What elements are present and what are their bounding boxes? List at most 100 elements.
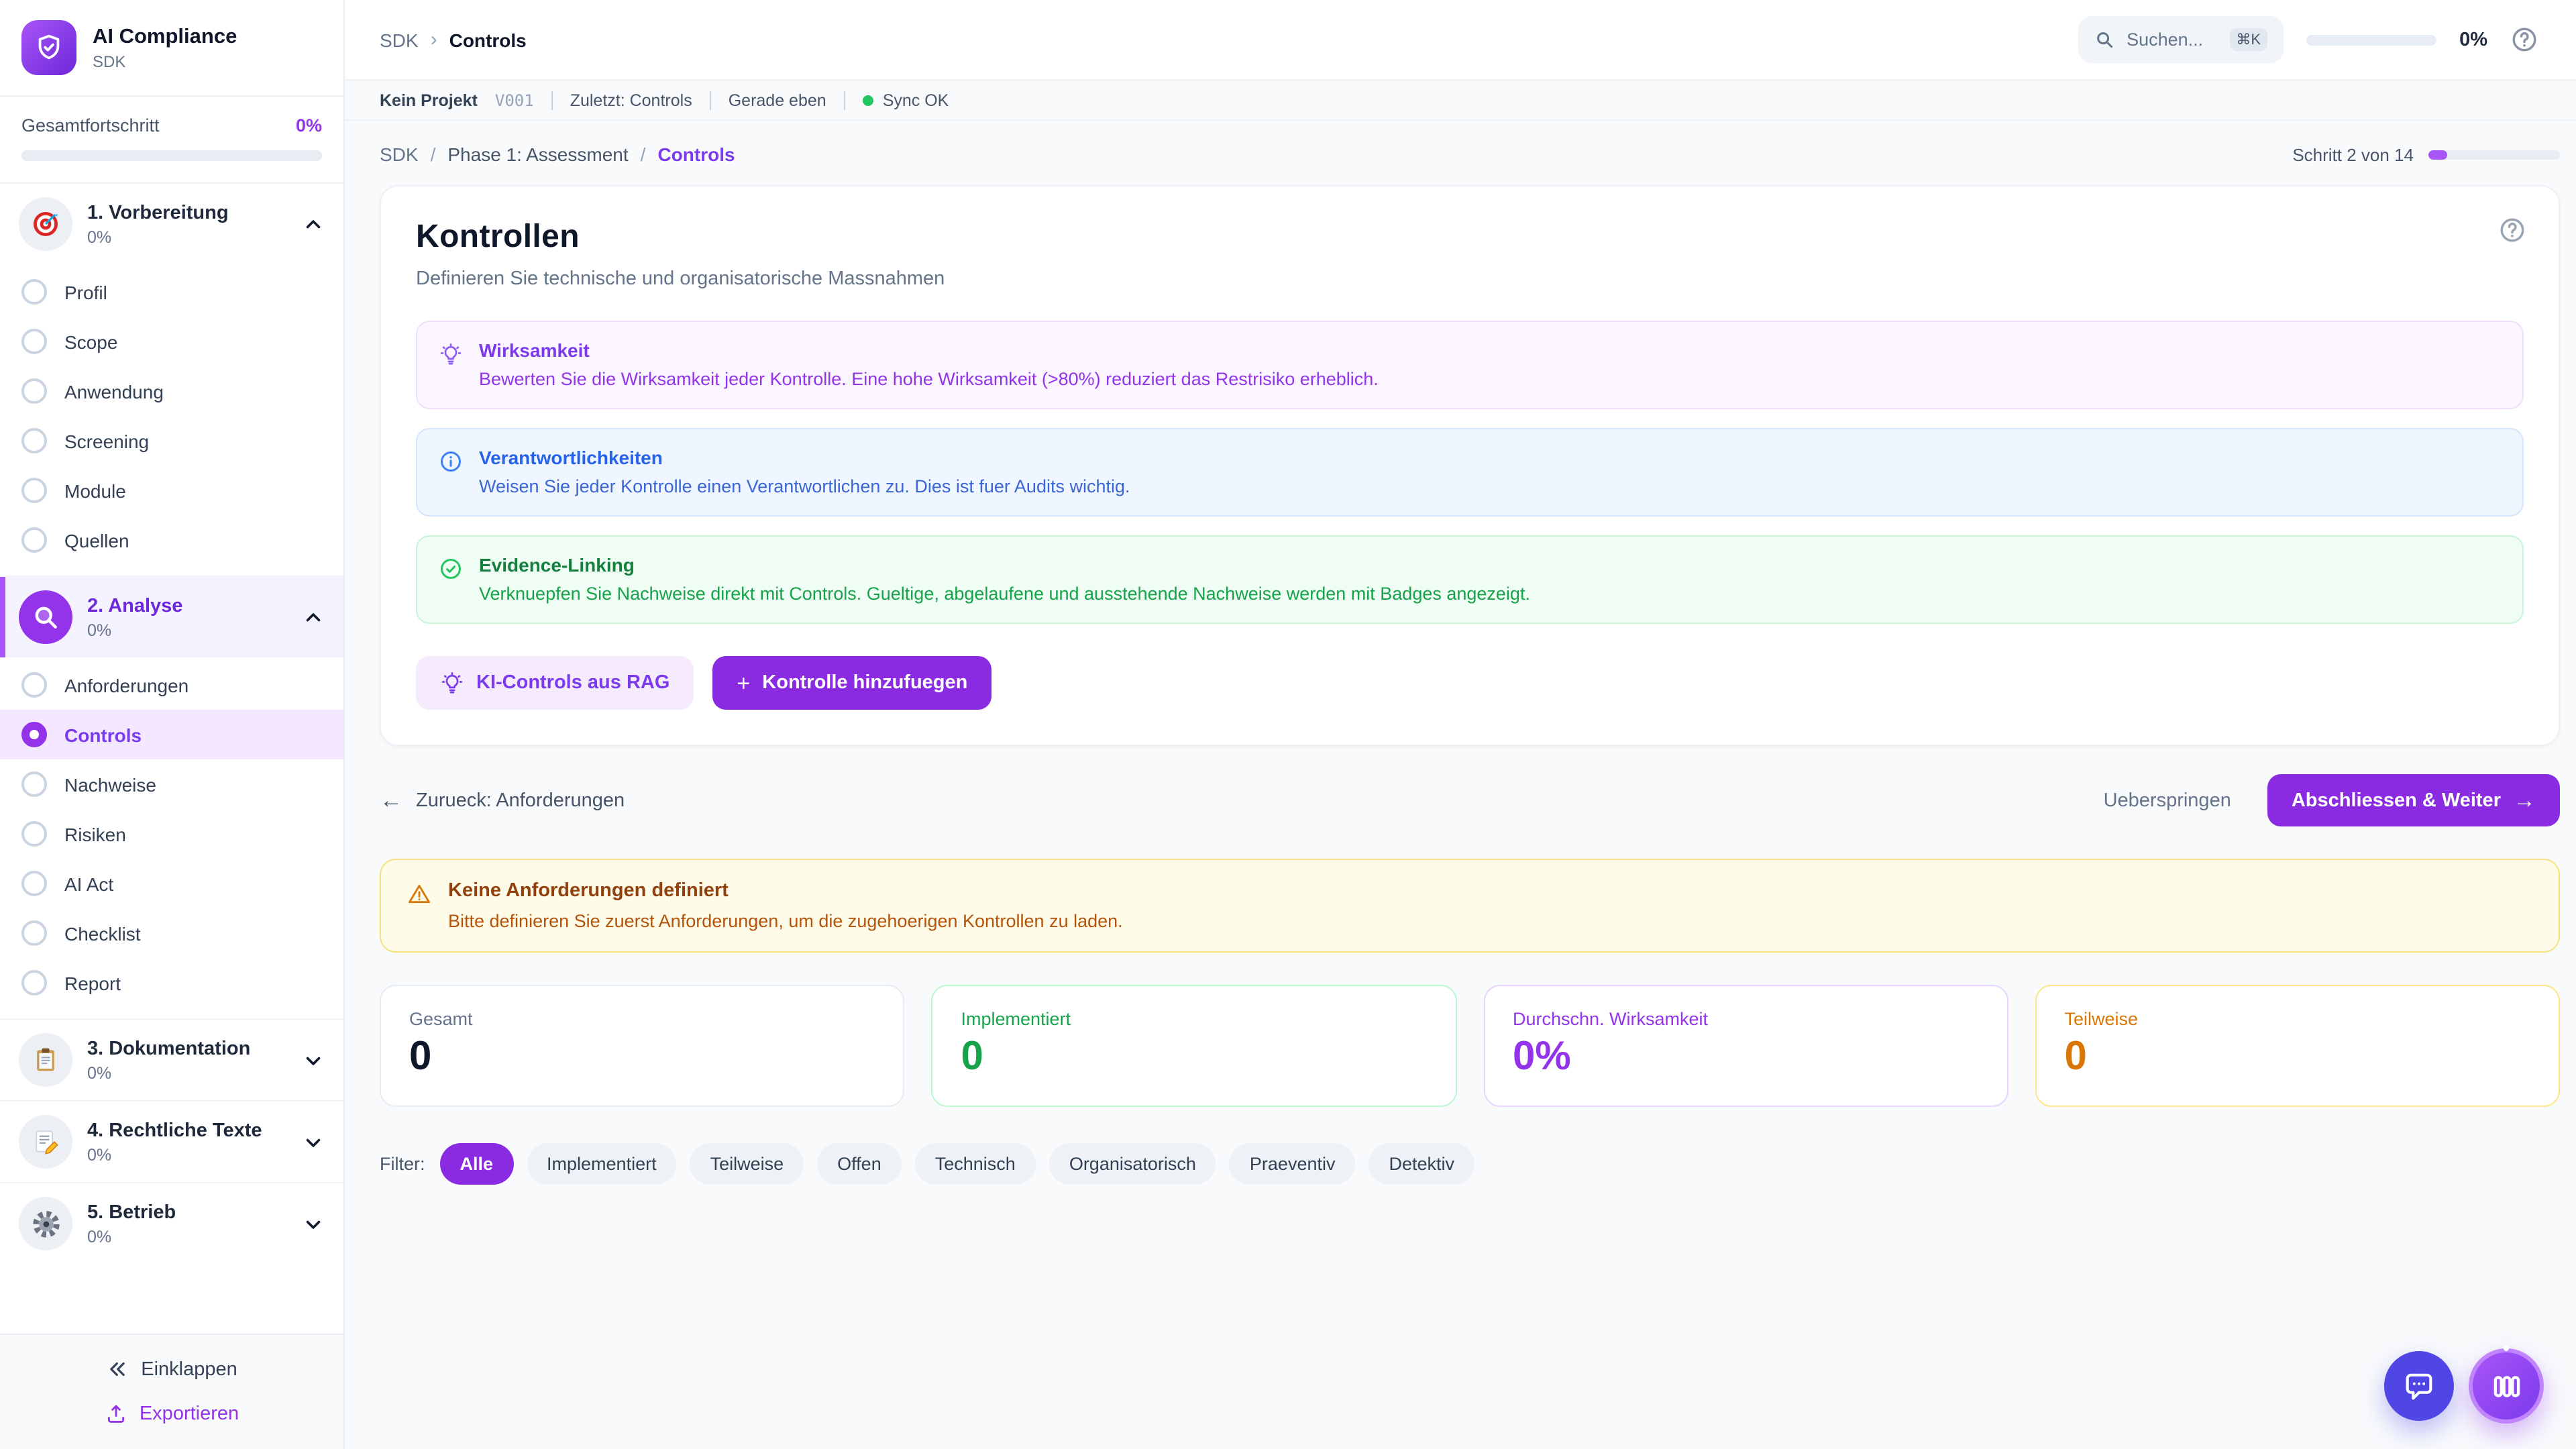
warning-triangle-icon: [407, 881, 432, 931]
step-progress-bar: [2428, 150, 2560, 159]
sidebar-item-anforderungen[interactable]: Anforderungen: [0, 660, 343, 710]
arrow-right-icon: →: [2513, 789, 2536, 812]
chevrons-left-icon: [106, 1358, 129, 1381]
memo-icon: [31, 1127, 60, 1157]
sidebar-item-module[interactable]: Module: [0, 466, 343, 515]
sync-status: Sync OK: [863, 91, 949, 109]
app-title: AI Compliance: [93, 25, 237, 49]
last-saved-time: Gerade eben: [729, 91, 826, 109]
sidebar-item-quellen[interactable]: Quellen: [0, 515, 343, 565]
search-icon: [2094, 30, 2114, 50]
chevron-down-icon: [302, 1130, 325, 1153]
sidebar-section-3-dokumentation: 3. Dokumentation 0%: [0, 1018, 343, 1100]
ai-controls-label: KI-Controls aus RAG: [476, 672, 669, 694]
filter-chip-teilweise[interactable]: Teilweise: [690, 1143, 804, 1185]
chat-bubble-icon: [2402, 1368, 2436, 1403]
breadcrumb-separator: /: [431, 144, 436, 165]
sidebar-item-controls[interactable]: Controls: [0, 710, 343, 759]
sidebar-section-header-5[interactable]: 5. Betrieb 0%: [0, 1183, 343, 1264]
info-box-title: Wirksamkeit: [479, 339, 1379, 361]
overall-progress-value: 0%: [296, 115, 322, 136]
sidebar-item-scope[interactable]: Scope: [0, 317, 343, 366]
radio-circle: [21, 527, 47, 553]
filter-chip-technisch[interactable]: Technisch: [915, 1143, 1036, 1185]
app-window: AI Compliance SDK Gesamtfortschritt 0% 1…: [0, 0, 2576, 1449]
sidebar-section-header-2[interactable]: 2. Analyse 0%: [0, 577, 343, 657]
chevron-down-icon: [302, 1049, 325, 1071]
ai-controls-button[interactable]: KI-Controls aus RAG: [416, 656, 694, 710]
app-subtitle: SDK: [93, 52, 237, 70]
status-bar: Kein Projekt V001 Zuletzt: Controls Gera…: [345, 79, 2576, 121]
check-circle-icon: [439, 557, 463, 604]
chat-button[interactable]: [2384, 1351, 2454, 1421]
add-control-button[interactable]: + Kontrolle hinzufuegen: [712, 656, 991, 710]
sidebar-section-5-betrieb: 5. Betrieb 0%: [0, 1182, 343, 1264]
app-logo: [21, 20, 76, 75]
info-box-wirksamkeit: Wirksamkeit Bewerten Sie die Wirksamkeit…: [416, 321, 2524, 409]
magnifier-color-icon: [31, 602, 60, 632]
search-placeholder: Suchen...: [2127, 30, 2217, 50]
card-help-icon[interactable]: [2498, 216, 2526, 244]
page-subtitle: Definieren Sie technische und organisato…: [416, 268, 2524, 290]
info-box-text: Bewerten Sie die Wirksamkeit jeder Kontr…: [479, 369, 1379, 389]
filter-chip-detektiv[interactable]: Detektiv: [1369, 1143, 1475, 1185]
plus-icon: +: [737, 672, 750, 694]
topbar: SDK › Controls Suchen... ⌘K 0%: [345, 0, 2576, 79]
page-content: SDK/Phase 1: Assessment/Controls Schritt…: [345, 121, 2576, 1449]
radio-circle: [21, 920, 47, 946]
sidebar-item-checklist[interactable]: Checklist: [0, 908, 343, 958]
filter-chip-organisatorisch[interactable]: Organisatorisch: [1049, 1143, 1216, 1185]
search-shortcut-kbd: ⌘K: [2229, 28, 2267, 51]
chevron-up-icon: [302, 606, 325, 629]
warning-text: Bitte definieren Sie zuerst Anforderunge…: [448, 911, 1123, 931]
info-box-text: Weisen Sie jeder Kontrolle einen Verantw…: [479, 476, 1130, 496]
stat-card-gesamt: Gesamt 0: [380, 985, 905, 1107]
export-label: Exportieren: [140, 1403, 239, 1424]
last-step-label: Zuletzt: Controls: [570, 91, 692, 109]
sidebar: AI Compliance SDK Gesamtfortschritt 0% 1…: [0, 0, 345, 1449]
warning-banner: Keine Anforderungen definiert Bitte defi…: [380, 859, 2560, 953]
sidebar-section-header-1[interactable]: 1. Vorbereitung 0%: [0, 184, 343, 264]
clipboard-icon: [31, 1045, 60, 1075]
stat-card-implementiert: Implementiert 0: [932, 985, 1457, 1107]
chevron-down-icon: [302, 1212, 325, 1235]
back-button[interactable]: ← Zurueck: Anforderungen: [380, 789, 625, 812]
sidebar-item-nachweise[interactable]: Nachweise: [0, 759, 343, 809]
radio-circle: [21, 329, 47, 354]
sidebar-item-anwendung[interactable]: Anwendung: [0, 366, 343, 416]
sidebar-section-header-3[interactable]: 3. Dokumentation 0%: [0, 1020, 343, 1100]
sidebar-item-profil[interactable]: Profil: [0, 267, 343, 317]
skip-button[interactable]: Ueberspringen: [2104, 790, 2231, 811]
sidebar-item-risiken[interactable]: Risiken: [0, 809, 343, 859]
export-button[interactable]: Exportieren: [21, 1402, 322, 1425]
sidebar-footer: Einklappen Exportieren: [0, 1334, 343, 1449]
help-icon[interactable]: [2510, 25, 2538, 54]
collapse-sidebar-button[interactable]: Einklappen: [21, 1358, 322, 1381]
sidebar-header: AI Compliance SDK: [0, 0, 343, 97]
warning-title: Keine Anforderungen definiert: [448, 880, 1123, 902]
topbar-progress-value: 0%: [2459, 29, 2487, 50]
shield-check-icon: [34, 32, 64, 63]
chevron-right-icon: ›: [431, 28, 437, 51]
sidebar-item-ai-act[interactable]: AI Act: [0, 859, 343, 908]
target-icon: [30, 208, 62, 240]
project-version: V001: [495, 91, 534, 109]
stat-value: 0: [961, 1034, 1428, 1080]
filter-chip-offen[interactable]: Offen: [817, 1143, 902, 1185]
sidebar-section-4-rechtliche-texte: 4. Rechtliche Texte 0%: [0, 1100, 343, 1182]
filter-chip-alle[interactable]: Alle: [440, 1143, 514, 1185]
radio-circle: [21, 378, 47, 404]
sidebar-item-screening[interactable]: Screening: [0, 416, 343, 466]
filter-chip-praeventiv[interactable]: Praeventiv: [1230, 1143, 1356, 1185]
info-circle-icon: [439, 449, 463, 496]
finish-next-button[interactable]: Abschliessen & Weiter →: [2267, 774, 2560, 826]
breadcrumb-root[interactable]: SDK: [380, 29, 419, 50]
page-crumb-phase-1-assessment[interactable]: Phase 1: Assessment: [447, 144, 628, 165]
sidebar-item-report[interactable]: Report: [0, 958, 343, 1008]
sidebar-section-header-4[interactable]: 4. Rechtliche Texte 0%: [0, 1102, 343, 1182]
filter-chip-implementiert[interactable]: Implementiert: [527, 1143, 677, 1185]
board-view-button[interactable]: [2469, 1348, 2544, 1424]
search-input[interactable]: Suchen... ⌘K: [2078, 16, 2284, 63]
upload-icon: [105, 1402, 127, 1425]
page-crumb-sdk[interactable]: SDK: [380, 144, 419, 165]
